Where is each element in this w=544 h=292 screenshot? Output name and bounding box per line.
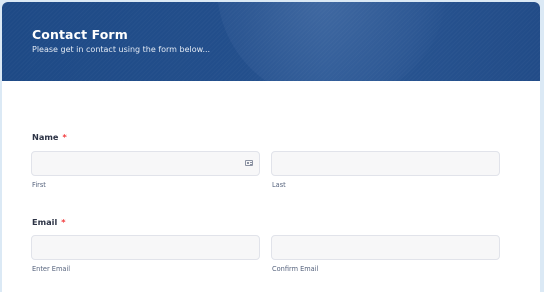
- contact-card-icon: [245, 160, 253, 166]
- email-input[interactable]: [31, 235, 260, 260]
- form-card: Contact Form Please get in contact using…: [2, 2, 540, 292]
- confirm-email-sublabel: Confirm Email: [272, 265, 319, 273]
- first-name-input[interactable]: [31, 151, 260, 176]
- form-subtitle: Please get in contact using the form bel…: [32, 45, 211, 54]
- name-label-row: Name *: [32, 132, 67, 142]
- first-name-sublabel: First: [32, 181, 46, 189]
- name-label: Name: [32, 132, 59, 142]
- form-title: Contact Form: [32, 27, 128, 42]
- form-header: Contact Form Please get in contact using…: [2, 2, 540, 81]
- last-name-sublabel: Last: [272, 181, 286, 189]
- required-asterisk: *: [61, 217, 66, 227]
- required-asterisk: *: [62, 132, 67, 142]
- email-label-row: Email *: [32, 217, 66, 227]
- email-label: Email: [32, 217, 58, 227]
- last-name-input[interactable]: [271, 151, 500, 176]
- confirm-email-input[interactable]: [271, 235, 500, 260]
- enter-email-sublabel: Enter Email: [32, 265, 71, 273]
